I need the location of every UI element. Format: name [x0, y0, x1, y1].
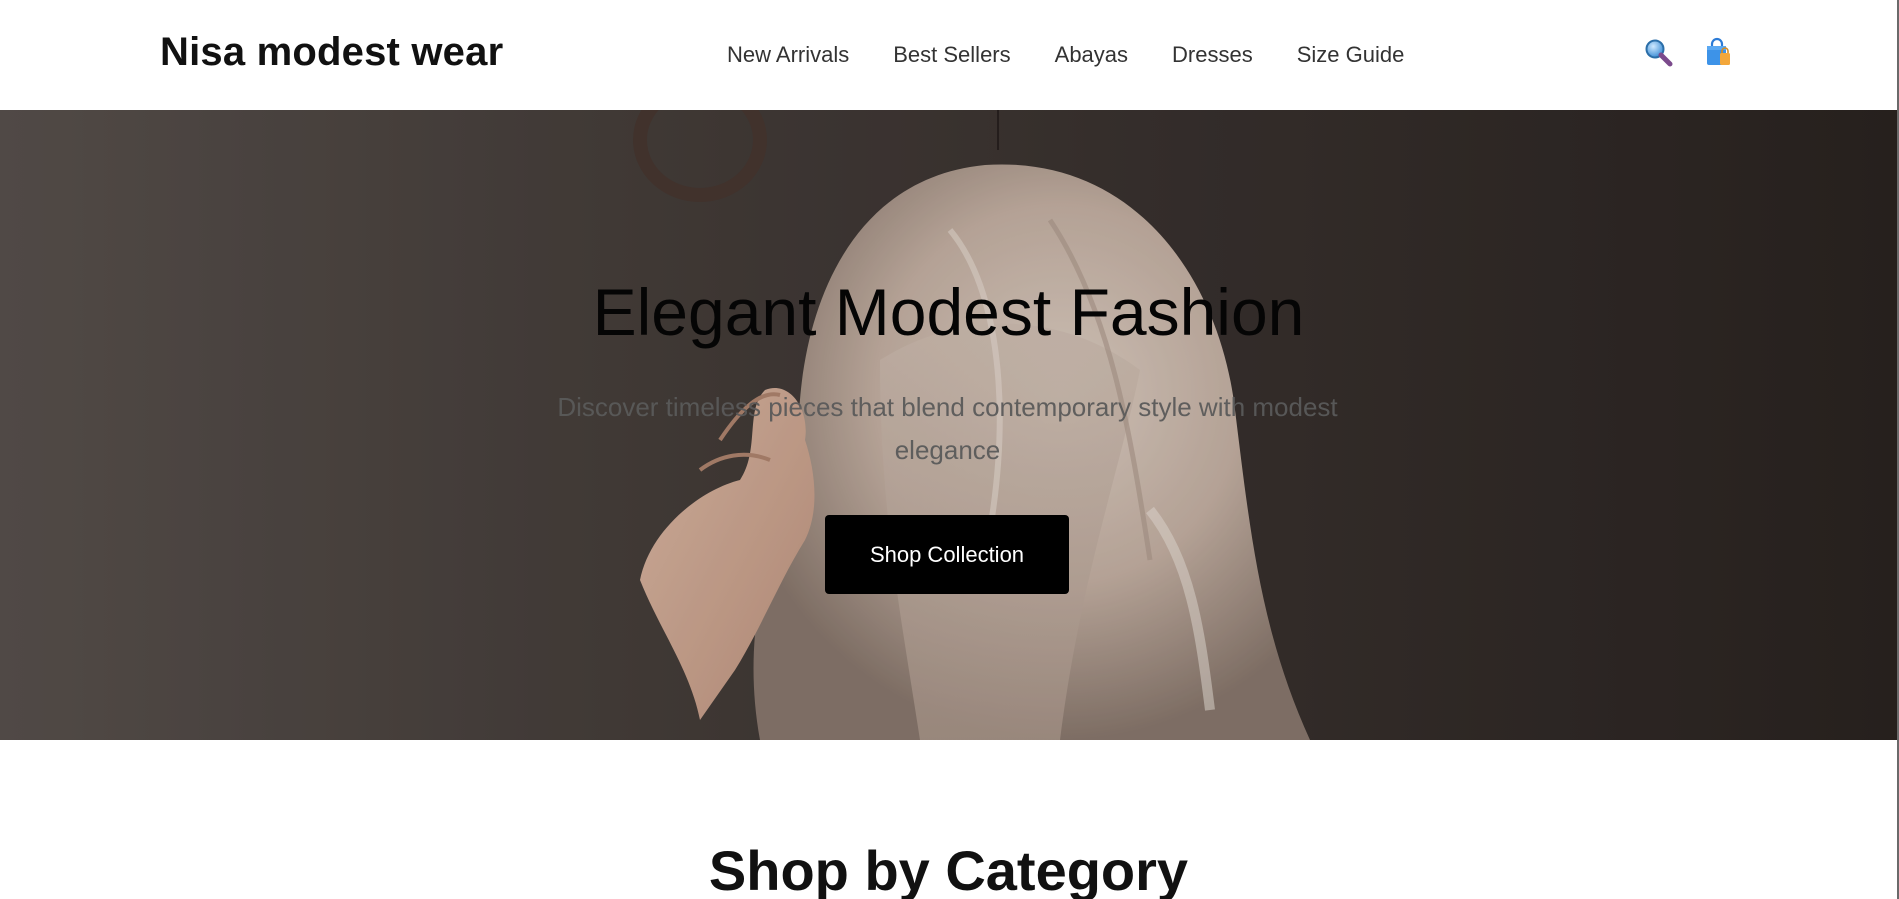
- hero-subtitle: Discover timeless pieces that blend cont…: [557, 392, 1338, 465]
- search-button[interactable]: [1642, 36, 1674, 68]
- shopping-bag-icon: [1707, 37, 1730, 65]
- cart-button[interactable]: [1702, 36, 1734, 68]
- hero-banner: Elegant Modest Fashion Discover timeless…: [0, 110, 1897, 740]
- nav-size-guide[interactable]: Size Guide: [1297, 42, 1405, 68]
- nav-new-arrivals[interactable]: New Arrivals: [727, 42, 849, 68]
- nav-dresses[interactable]: Dresses: [1172, 42, 1253, 68]
- hero-title: Elegant Modest Fashion: [592, 275, 1305, 349]
- nav-abayas[interactable]: Abayas: [1055, 42, 1128, 68]
- brand-logo[interactable]: Nisa modest wear: [160, 30, 503, 75]
- shop-by-category-heading: Shop by Category: [708, 839, 1189, 899]
- search-icon: [1645, 39, 1673, 67]
- site-header: Nisa modest wear New Arrivals Best Selle…: [0, 0, 1899, 110]
- shop-collection-button[interactable]: Shop Collection: [825, 515, 1069, 594]
- main-nav: New Arrivals Best Sellers Abayas Dresses…: [727, 42, 1448, 68]
- nav-best-sellers[interactable]: Best Sellers: [893, 42, 1010, 68]
- header-icons: [1642, 36, 1734, 68]
- page: Nisa modest wear New Arrivals Best Selle…: [0, 0, 1899, 899]
